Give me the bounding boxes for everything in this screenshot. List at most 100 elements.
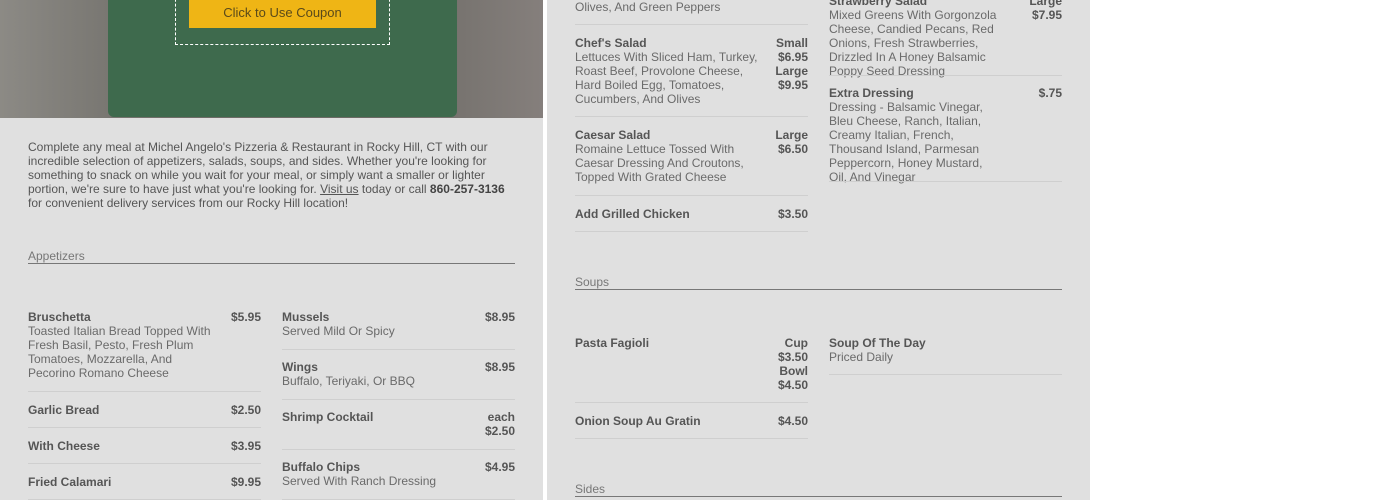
item-name: Add Grilled Chicken bbox=[575, 207, 690, 221]
item-divider bbox=[829, 75, 1062, 76]
menu-item-add-grilled-chicken: Add Grilled Chicken $3.50 bbox=[575, 207, 808, 221]
price-label: Large bbox=[775, 128, 808, 142]
price-value: $9.95 bbox=[777, 78, 808, 92]
item-divider bbox=[282, 349, 515, 350]
price-value: $6.50 bbox=[777, 142, 808, 156]
item-price: $8.95 bbox=[484, 360, 515, 374]
item-divider bbox=[28, 391, 261, 392]
menu-item-wings: Wings $8.95 Buffalo, Teriyaki, Or BBQ bbox=[282, 360, 515, 388]
item-divider bbox=[575, 231, 808, 232]
item-name: Wings bbox=[282, 360, 318, 374]
section-title-appetizers: Appetizers bbox=[28, 249, 85, 263]
item-name: Fried Calamari bbox=[28, 475, 112, 489]
menu-item-onion-soup: Onion Soup Au Gratin $4.50 bbox=[575, 414, 808, 428]
item-price: $8.95 bbox=[484, 310, 515, 324]
menu-item-shrimp-cocktail: Shrimp Cocktail each $2.50 bbox=[282, 410, 515, 438]
item-description: Priced Daily bbox=[829, 350, 894, 364]
section-divider bbox=[575, 496, 1062, 497]
menu-item-strawberry-salad: Strawberry Salad Mixed Greens With Gorgo… bbox=[829, 0, 1062, 78]
item-divider bbox=[829, 374, 1062, 375]
price-value: $7.95 bbox=[1031, 8, 1062, 22]
menu-item-with-cheese: With Cheese $3.95 bbox=[28, 439, 261, 453]
item-name: Strawberry Salad bbox=[829, 0, 928, 8]
section-title-soups: Soups bbox=[575, 275, 610, 289]
price-label: Bowl bbox=[779, 364, 808, 378]
item-description: Toasted Italian Bread Topped With Fresh … bbox=[28, 324, 211, 380]
menu-item-extra-dressing: Extra Dressing Dressing - Balsamic Vineg… bbox=[829, 86, 1062, 184]
intro-text: today or call bbox=[358, 182, 430, 196]
phone-number[interactable]: 860-257-3136 bbox=[430, 182, 505, 196]
item-price: Small $6.95 Large $9.95 bbox=[775, 36, 808, 106]
item-price: Cup $3.50 Bowl $4.50 bbox=[778, 336, 808, 392]
item-name: Soup Of The Day bbox=[829, 336, 926, 350]
menu-item-caesar-salad: Caesar Salad Romaine Lettuce Tossed With… bbox=[575, 128, 808, 184]
item-price: $4.50 bbox=[777, 414, 808, 428]
menu-item-bruschetta: Bruschetta $5.95 Toasted Italian Bread To… bbox=[28, 310, 261, 380]
item-name: Caesar Salad bbox=[575, 128, 651, 142]
item-name: Buffalo Chips bbox=[282, 460, 360, 474]
right-panel: Olives, And Green Peppers Chef's Salad L… bbox=[547, 0, 1090, 500]
menu-item-soup-of-the-day: Soup Of The Day Priced Daily bbox=[829, 336, 1062, 364]
item-description: Served Mild Or Spicy bbox=[282, 324, 395, 338]
item-name: Shrimp Cocktail bbox=[282, 410, 374, 424]
menu-item-buffalo-chips: Buffalo Chips $4.95 Served With Ranch Dre… bbox=[282, 460, 515, 488]
section-divider bbox=[28, 263, 515, 264]
item-divider bbox=[575, 402, 808, 403]
item-price: $9.95 bbox=[230, 475, 261, 489]
item-description: Mixed Greens With Gorgonzola Cheese, Can… bbox=[829, 8, 997, 78]
item-description: Served With Ranch Dressing bbox=[282, 474, 437, 488]
section-divider bbox=[575, 289, 1062, 290]
menu-item-pasta-fagioli: Pasta Fagioli Cup $3.50 Bowl $4.50 bbox=[575, 336, 808, 392]
item-price: $4.95 bbox=[484, 460, 515, 474]
item-divider bbox=[28, 463, 261, 464]
item-name: Onion Soup Au Gratin bbox=[575, 414, 701, 428]
price-label: Large bbox=[1029, 0, 1062, 8]
menu-item-description-fragment: Olives, And Green Peppers bbox=[575, 0, 808, 14]
item-divider bbox=[575, 195, 808, 196]
price-value: $6.95 bbox=[777, 50, 808, 64]
item-divider bbox=[575, 438, 808, 439]
item-divider bbox=[282, 449, 515, 450]
visit-us-link[interactable]: Visit us bbox=[320, 182, 358, 196]
price-label: each bbox=[487, 410, 515, 424]
item-price: $2.50 bbox=[230, 403, 261, 417]
item-name: Extra Dressing bbox=[829, 86, 914, 100]
intro-text: for convenient delivery services from ou… bbox=[28, 196, 349, 210]
item-price: $.75 bbox=[1038, 86, 1062, 100]
price-label: Small bbox=[775, 36, 808, 50]
item-price: each $2.50 bbox=[485, 410, 515, 438]
use-coupon-button[interactable]: Click to Use Coupon bbox=[189, 0, 376, 28]
item-price: $5.95 bbox=[230, 310, 261, 324]
item-divider bbox=[282, 399, 515, 400]
item-divider bbox=[829, 181, 1062, 182]
item-divider bbox=[575, 24, 808, 25]
menu-item-fried-calamari: Fried Calamari $9.95 bbox=[28, 475, 261, 489]
price-value: $2.50 bbox=[484, 424, 515, 438]
item-name: Pasta Fagioli bbox=[575, 336, 650, 350]
price-value: $4.50 bbox=[777, 378, 808, 392]
item-name: Garlic Bread bbox=[28, 403, 100, 417]
left-panel: Click to Use Coupon Complete any meal at… bbox=[0, 0, 543, 500]
intro-paragraph: Complete any meal at Michel Angelo's Piz… bbox=[28, 140, 520, 210]
item-description: Dressing - Balsamic Vinegar, Bleu Cheese… bbox=[829, 100, 983, 184]
item-name: With Cheese bbox=[28, 439, 100, 453]
item-description: Olives, And Green Peppers bbox=[575, 0, 721, 14]
section-title-sides: Sides bbox=[575, 482, 606, 496]
price-value: $3.50 bbox=[777, 350, 808, 364]
item-price: Large $7.95 bbox=[1029, 0, 1062, 78]
menu-item-chefs-salad: Chef's Salad Lettuces With Sliced Ham, T… bbox=[575, 36, 808, 106]
menu-item-mussels: Mussels $8.95 Served Mild Or Spicy bbox=[282, 310, 515, 338]
item-divider bbox=[575, 116, 808, 117]
item-name: Mussels bbox=[282, 310, 330, 324]
item-description: Romaine Lettuce Tossed With Caesar Dress… bbox=[575, 142, 744, 184]
price-label: Large bbox=[775, 64, 808, 78]
item-description: Buffalo, Teriyaki, Or BBQ bbox=[282, 374, 415, 388]
item-description: Lettuces With Sliced Ham, Turkey, Roast … bbox=[575, 50, 758, 106]
item-price: $3.95 bbox=[230, 439, 261, 453]
menu-item-garlic-bread: Garlic Bread $2.50 bbox=[28, 403, 261, 417]
item-name: Chef's Salad bbox=[575, 36, 647, 50]
item-price: Large $6.50 bbox=[775, 128, 808, 184]
price-label: Cup bbox=[784, 336, 808, 350]
item-divider bbox=[28, 427, 261, 428]
item-name: Bruschetta bbox=[28, 310, 91, 324]
